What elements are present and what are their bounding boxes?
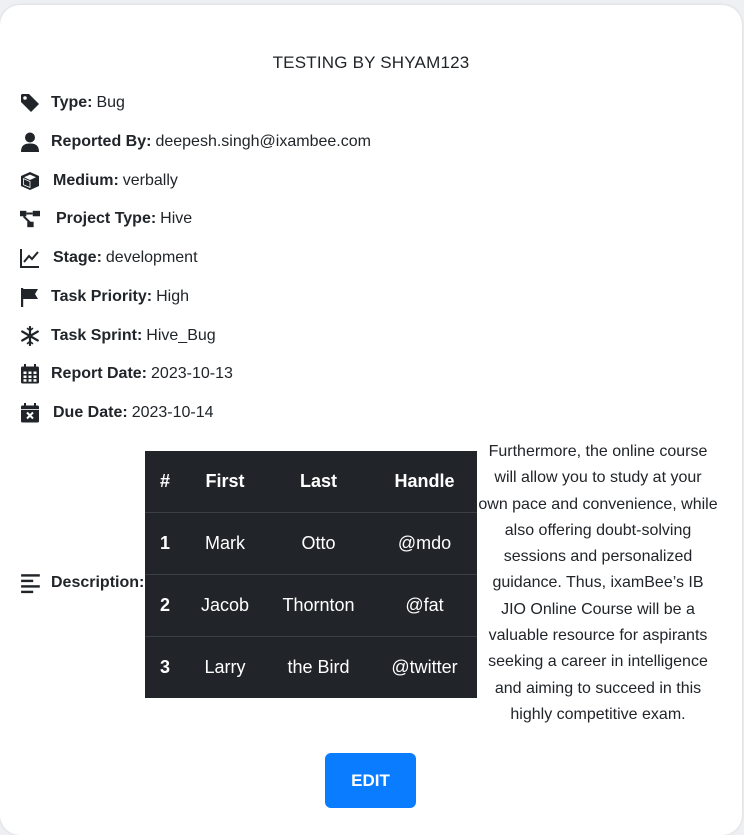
field-due-date: Due Date: 2023-10-14 [20, 401, 214, 425]
table-cell: Jacob [185, 574, 265, 637]
table-cell: @fat [372, 574, 477, 637]
field-label: Medium: [53, 172, 119, 189]
description-paragraph: Furthermore, the online course will allo… [478, 443, 718, 723]
table-header-row: # First Last Handle [145, 451, 477, 513]
calendar-icon [20, 363, 42, 385]
field-value: verbally [122, 172, 178, 189]
field-task-sprint: Task Sprint: Hive_Bug [20, 324, 216, 348]
task-detail-card: TESTING BY SHYAM123 Type: Bug Reported B… [0, 5, 742, 835]
table-cell: 2 [145, 574, 185, 637]
page-title: TESTING BY SHYAM123 [272, 53, 470, 72]
field-label: Task Priority: [51, 288, 153, 305]
table-cell: @twitter [372, 636, 477, 698]
field-label: Reported By: [51, 133, 152, 150]
table-cell: Mark [185, 512, 265, 575]
field-label: Type: [51, 94, 93, 111]
cube-icon [20, 170, 42, 192]
user-icon [20, 131, 42, 153]
field-report-date: Report Date: 2023-10-13 [20, 362, 233, 386]
field-label: Report Date: [51, 365, 148, 382]
table-row: 2 Jacob Thornton @fat [145, 574, 477, 637]
line-chart-icon [20, 247, 42, 269]
field-value: Hive [160, 210, 193, 227]
field-value: deepesh.singh@ixambee.com [155, 133, 371, 150]
table-row: 1 Mark Otto @mdo [145, 512, 477, 575]
field-label: Task Sprint: [51, 327, 143, 344]
column-header: # [159, 471, 170, 491]
table-row: 3 Larry the Bird @twitter [145, 636, 477, 698]
column-header: Last [299, 471, 337, 491]
field-value: Bug [96, 94, 125, 111]
field-label: Project Type: [56, 210, 157, 227]
edit-button[interactable]: EDIT [325, 753, 416, 808]
column-header: First [205, 471, 245, 491]
snowflake-icon [20, 325, 42, 347]
field-value: Hive_Bug [146, 327, 216, 344]
description-table: # First Last Handle 1 Mark Otto @mdo 2 J… [145, 451, 477, 698]
field-label: Stage: [53, 249, 102, 266]
field-reported-by: Reported By: deepesh.singh@ixambee.com [20, 130, 371, 154]
field-description: Description: [20, 571, 144, 595]
table-cell: 3 [145, 636, 185, 698]
field-value: development [105, 249, 198, 266]
field-type: Type: Bug [20, 91, 125, 115]
field-task-priority: Task Priority: High [20, 285, 189, 309]
field-project-type: Project Type: Hive [20, 207, 192, 231]
table-cell: Larry [185, 636, 265, 698]
field-value: High [156, 288, 189, 305]
field-value: 2023-10-14 [131, 404, 214, 421]
tag-icon [20, 92, 42, 114]
table-cell: 1 [145, 512, 185, 575]
field-stage: Stage: development [20, 246, 198, 270]
field-label: Due Date: [53, 404, 128, 421]
table-cell: @mdo [372, 512, 477, 575]
column-header: Handle [394, 471, 455, 491]
calendar-x-icon [20, 402, 42, 424]
flag-icon [20, 286, 42, 308]
field-label: Description: [51, 574, 145, 591]
sitemap-icon [20, 208, 42, 230]
table-cell: the Bird [265, 636, 372, 698]
align-left-icon [20, 572, 42, 594]
table-cell: Thornton [265, 574, 372, 637]
table-cell: Otto [265, 512, 372, 575]
field-medium: Medium: verbally [20, 169, 178, 193]
field-value: 2023-10-13 [151, 365, 233, 382]
